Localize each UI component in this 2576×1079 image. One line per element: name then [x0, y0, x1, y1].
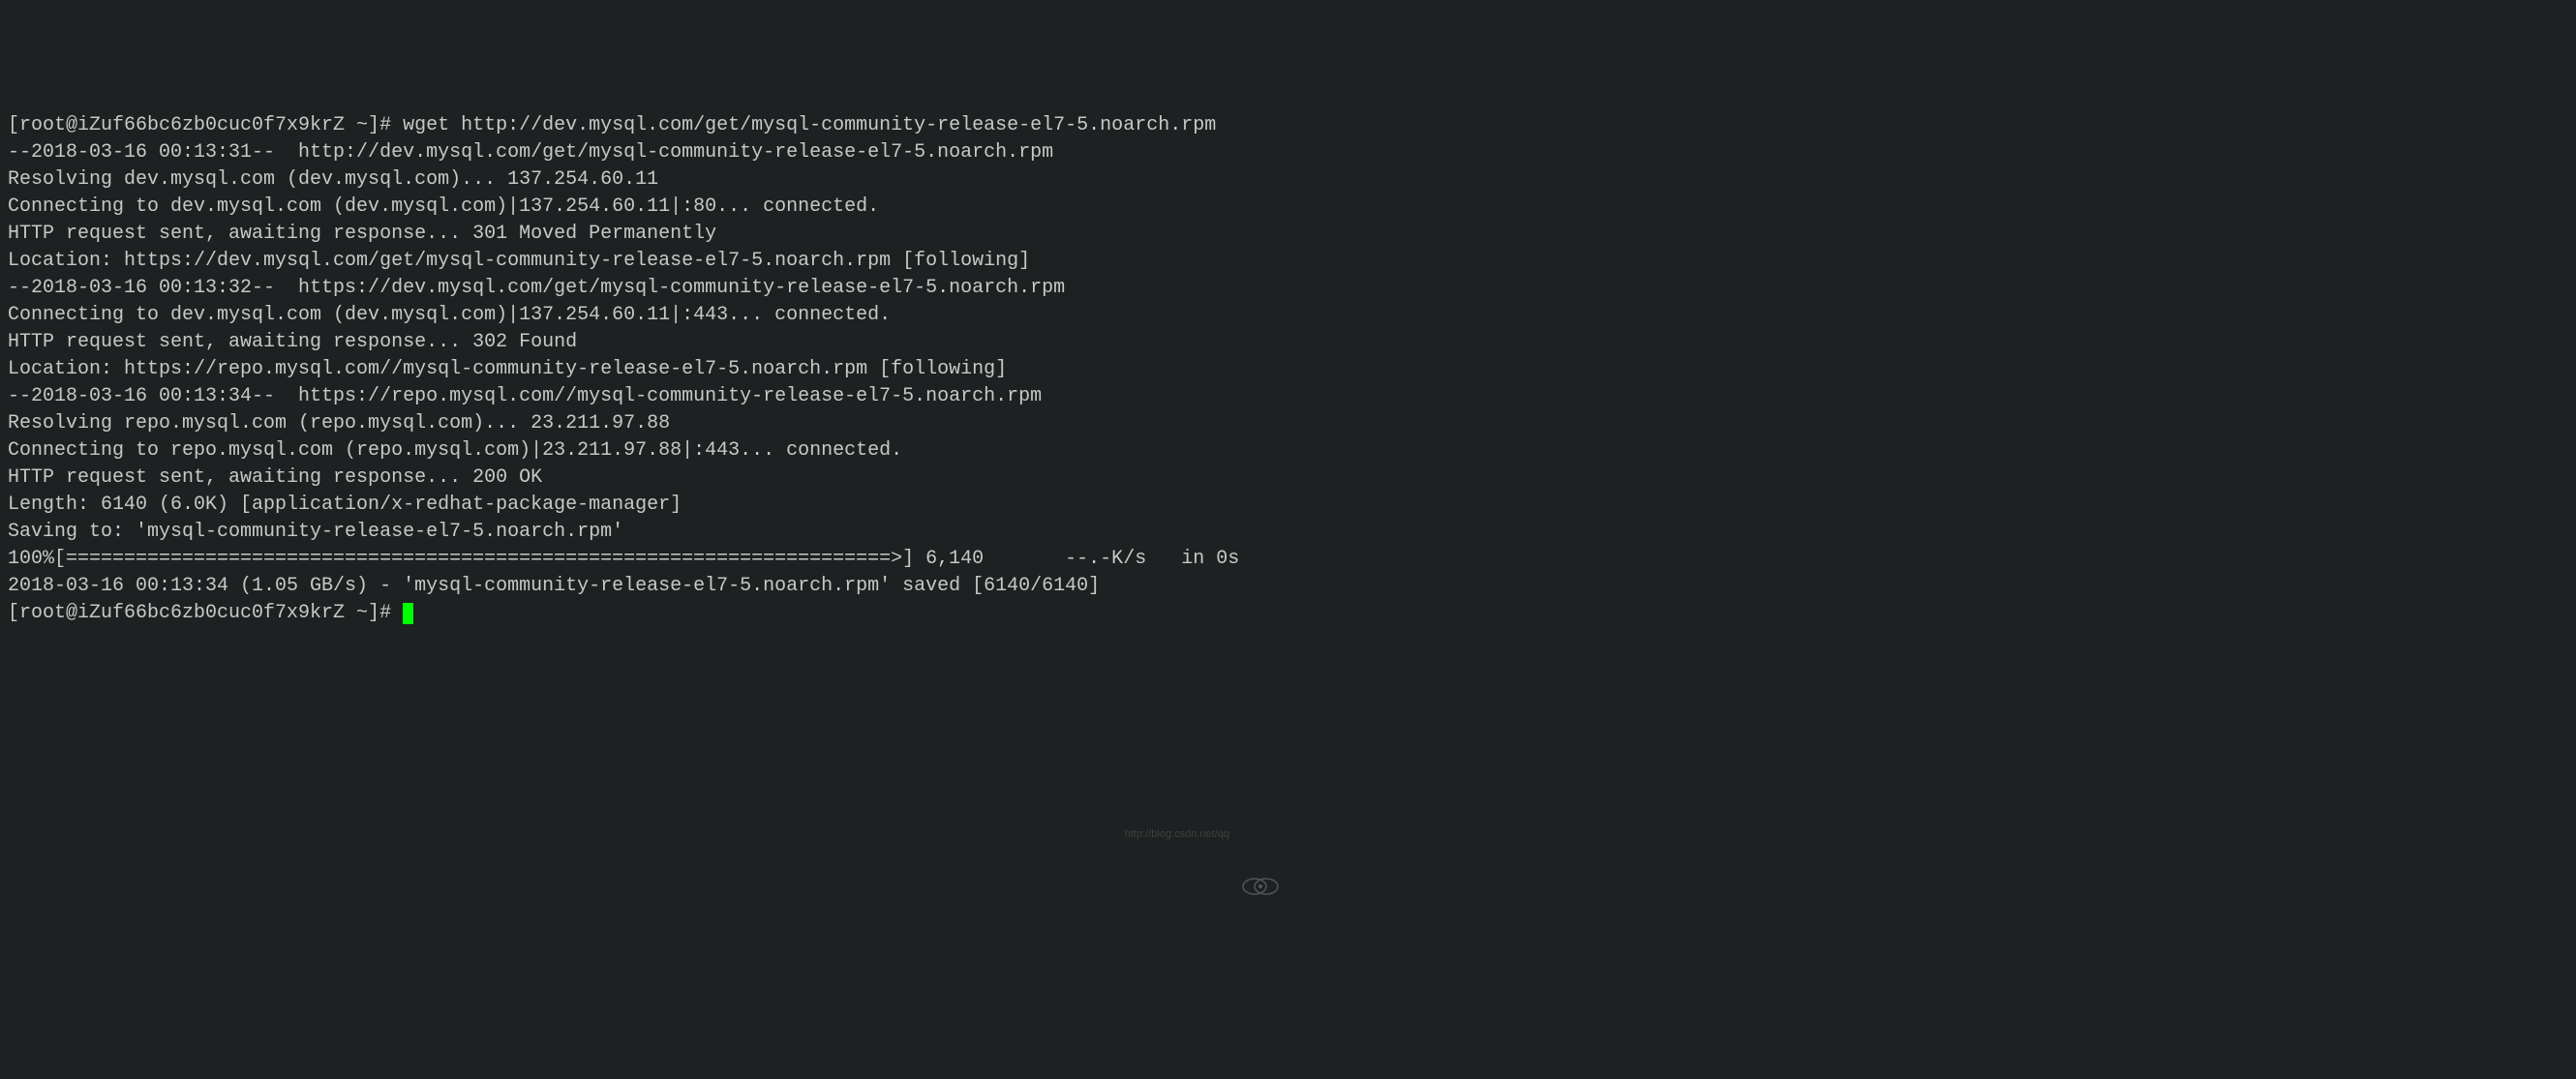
terminal-line: Location: https://dev.mysql.com/get/mysq… [8, 248, 1280, 275]
terminal-line: Saving to: 'mysql-community-release-el7-… [8, 519, 1280, 546]
terminal-line: Location: https://repo.mysql.com//mysql-… [8, 356, 1280, 383]
terminal-line: [root@iZuf66bc6zb0cuc0f7x9krZ ~]# wget h… [8, 112, 1280, 139]
terminal-line: HTTP request sent, awaiting response... … [8, 329, 1280, 356]
watermark-text: http://blog.csdn.net/qq [1125, 827, 1229, 842]
terminal-output[interactable]: [root@iZuf66bc6zb0cuc0f7x9krZ ~]# wget h… [8, 112, 1280, 627]
terminal-line: Connecting to dev.mysql.com (dev.mysql.c… [8, 194, 1280, 221]
watermark-logo-icon [1237, 819, 1284, 846]
terminal-line: --2018-03-16 00:13:31-- http://dev.mysql… [8, 139, 1280, 166]
terminal-line: Connecting to dev.mysql.com (dev.mysql.c… [8, 302, 1280, 329]
terminal-line: Resolving dev.mysql.com (dev.mysql.com).… [8, 166, 1280, 194]
terminal-line: --2018-03-16 00:13:32-- https://dev.mysq… [8, 275, 1280, 302]
terminal-line: --2018-03-16 00:13:34-- https://repo.mys… [8, 383, 1280, 410]
terminal-line: Length: 6140 (6.0K) [application/x-redha… [8, 492, 1280, 519]
terminal-line: 2018-03-16 00:13:34 (1.05 GB/s) - 'mysql… [8, 573, 1280, 600]
terminal-line: HTTP request sent, awaiting response... … [8, 221, 1280, 248]
cursor-icon [403, 603, 413, 624]
terminal-line: 100%[===================================… [8, 546, 1280, 573]
terminal-prompt: [root@iZuf66bc6zb0cuc0f7x9krZ ~]# [8, 602, 403, 624]
terminal-line: Connecting to repo.mysql.com (repo.mysql… [8, 437, 1280, 465]
terminal-line: Resolving repo.mysql.com (repo.mysql.com… [8, 410, 1280, 437]
terminal-line: HTTP request sent, awaiting response... … [8, 465, 1280, 492]
